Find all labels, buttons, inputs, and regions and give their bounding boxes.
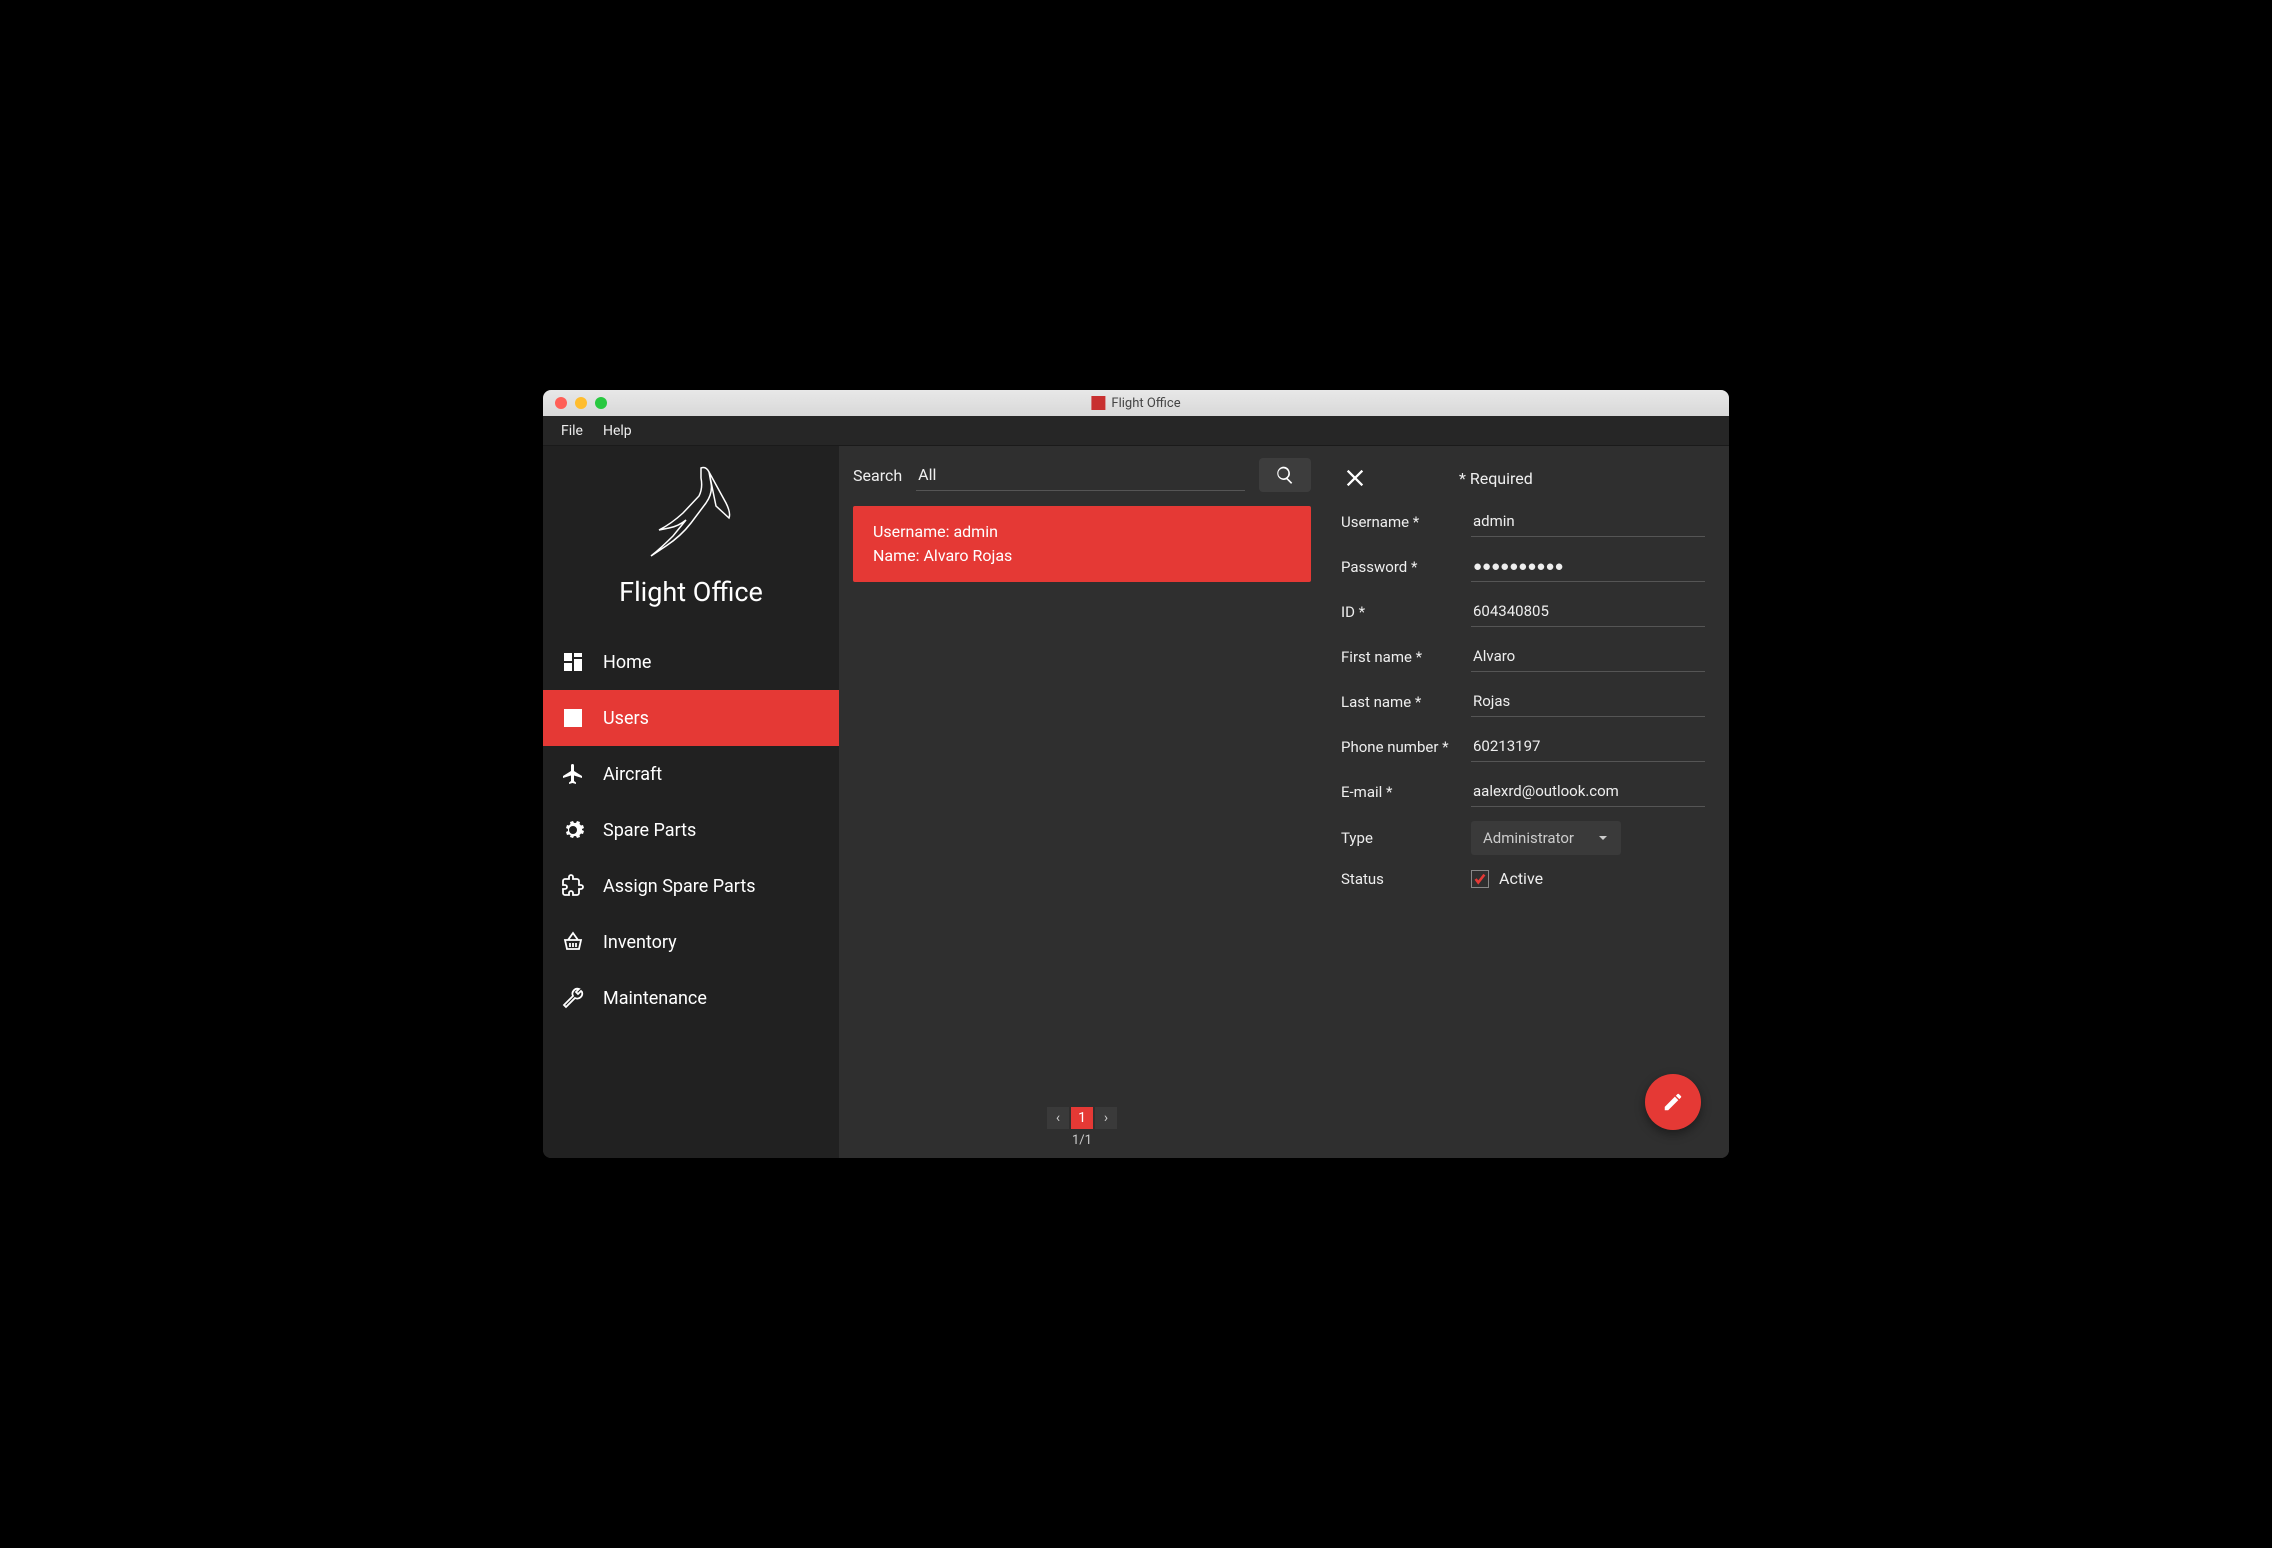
password-field[interactable] [1471,551,1705,582]
label-last-name: Last name * [1341,693,1471,711]
window-title-text: Flight Office [1111,396,1180,411]
crane-logo-icon [631,458,751,568]
card-line-1: Username: admin [873,520,1291,544]
search-input[interactable] [916,459,1245,491]
label-email: E-mail * [1341,783,1471,801]
type-select-value: Administrator [1483,829,1574,847]
extension-icon [561,874,585,898]
close-window-button[interactable] [555,397,567,409]
wrench-icon [561,986,585,1010]
label-password: Password * [1341,558,1471,576]
search-button[interactable] [1259,458,1311,492]
pager-page-1[interactable]: 1 [1071,1107,1093,1129]
sidebar-item-label: Aircraft [603,764,662,785]
sidebar-item-assign-spare-parts[interactable]: Assign Spare Parts [543,858,839,914]
card-line-2: Name: Alvaro Rojas [873,544,1291,568]
sidebar-item-inventory[interactable]: Inventory [543,914,839,970]
close-icon [1344,467,1366,489]
sidebar-item-spare-parts[interactable]: Spare Parts [543,802,839,858]
label-username: Username * [1341,513,1471,531]
gear-icon [561,818,585,842]
pager: ‹ 1 › 1/1 [1047,1107,1117,1148]
type-select[interactable]: Administrator [1471,821,1621,855]
titlebar: Flight Office [543,390,1729,416]
sidebar-item-label: Users [603,708,649,729]
label-first-name: First name * [1341,648,1471,666]
last-name-field[interactable] [1471,686,1705,717]
chevron-down-icon [1597,832,1609,844]
sidebar-item-aircraft[interactable]: Aircraft [543,746,839,802]
pencil-icon [1662,1091,1684,1113]
sidebar-item-home[interactable]: Home [543,634,839,690]
search-icon [1275,465,1295,485]
menubar: File Help [543,416,1729,446]
edit-fab[interactable] [1645,1074,1701,1130]
label-type: Type [1341,829,1471,847]
zoom-window-button[interactable] [595,397,607,409]
pager-total: 1/1 [1047,1133,1117,1148]
user-form: Username * Password * ID * First name * … [1341,506,1705,888]
id-field[interactable] [1471,596,1705,627]
detail-pane: * Required Username * Password * ID * Fi… [1325,446,1729,1158]
dashboard-icon [561,650,585,674]
menu-file[interactable]: File [561,423,583,439]
window-title: Flight Office [1091,396,1180,411]
label-id: ID * [1341,603,1471,621]
check-icon [1473,872,1487,886]
user-icon [561,706,585,730]
search-label: Search [853,466,902,485]
nav: Home Users Aircraft Spare Parts Assign S… [543,634,839,1026]
sidebar-item-label: Spare Parts [603,820,696,841]
app-icon [1091,396,1105,410]
traffic-lights [555,397,607,409]
sidebar-item-label: Home [603,652,651,673]
brand-text: Flight Office [543,576,839,608]
logo-area: Flight Office [543,446,839,626]
label-status: Status [1341,870,1471,888]
basket-icon [561,930,585,954]
label-phone: Phone number * [1341,738,1471,756]
search-row: Search [853,458,1311,492]
pager-prev[interactable]: ‹ [1047,1107,1069,1129]
minimize-window-button[interactable] [575,397,587,409]
app-window: Flight Office File Help Flight Office Ho… [543,390,1729,1158]
sidebar-item-maintenance[interactable]: Maintenance [543,970,839,1026]
status-checkbox[interactable] [1471,870,1489,888]
sidebar-item-users[interactable]: Users [543,690,839,746]
email-field[interactable] [1471,776,1705,807]
app-body: Flight Office Home Users Aircraft Spare [543,446,1729,1158]
airplane-icon [561,762,585,786]
first-name-field[interactable] [1471,641,1705,672]
username-field[interactable] [1471,506,1705,537]
list-pane: Search Username: admin Name: Alvaro Roja… [839,446,1325,1158]
main-content: Search Username: admin Name: Alvaro Roja… [839,446,1729,1158]
menu-help[interactable]: Help [603,423,632,439]
sidebar-item-label: Inventory [603,932,677,953]
required-note: * Required [1459,469,1533,488]
sidebar-item-label: Assign Spare Parts [603,876,756,897]
user-card[interactable]: Username: admin Name: Alvaro Rojas [853,506,1311,582]
pager-next[interactable]: › [1095,1107,1117,1129]
sidebar: Flight Office Home Users Aircraft Spare [543,446,839,1158]
phone-field[interactable] [1471,731,1705,762]
status-text: Active [1499,869,1543,888]
sidebar-item-label: Maintenance [603,988,707,1009]
close-detail-button[interactable] [1341,464,1369,492]
